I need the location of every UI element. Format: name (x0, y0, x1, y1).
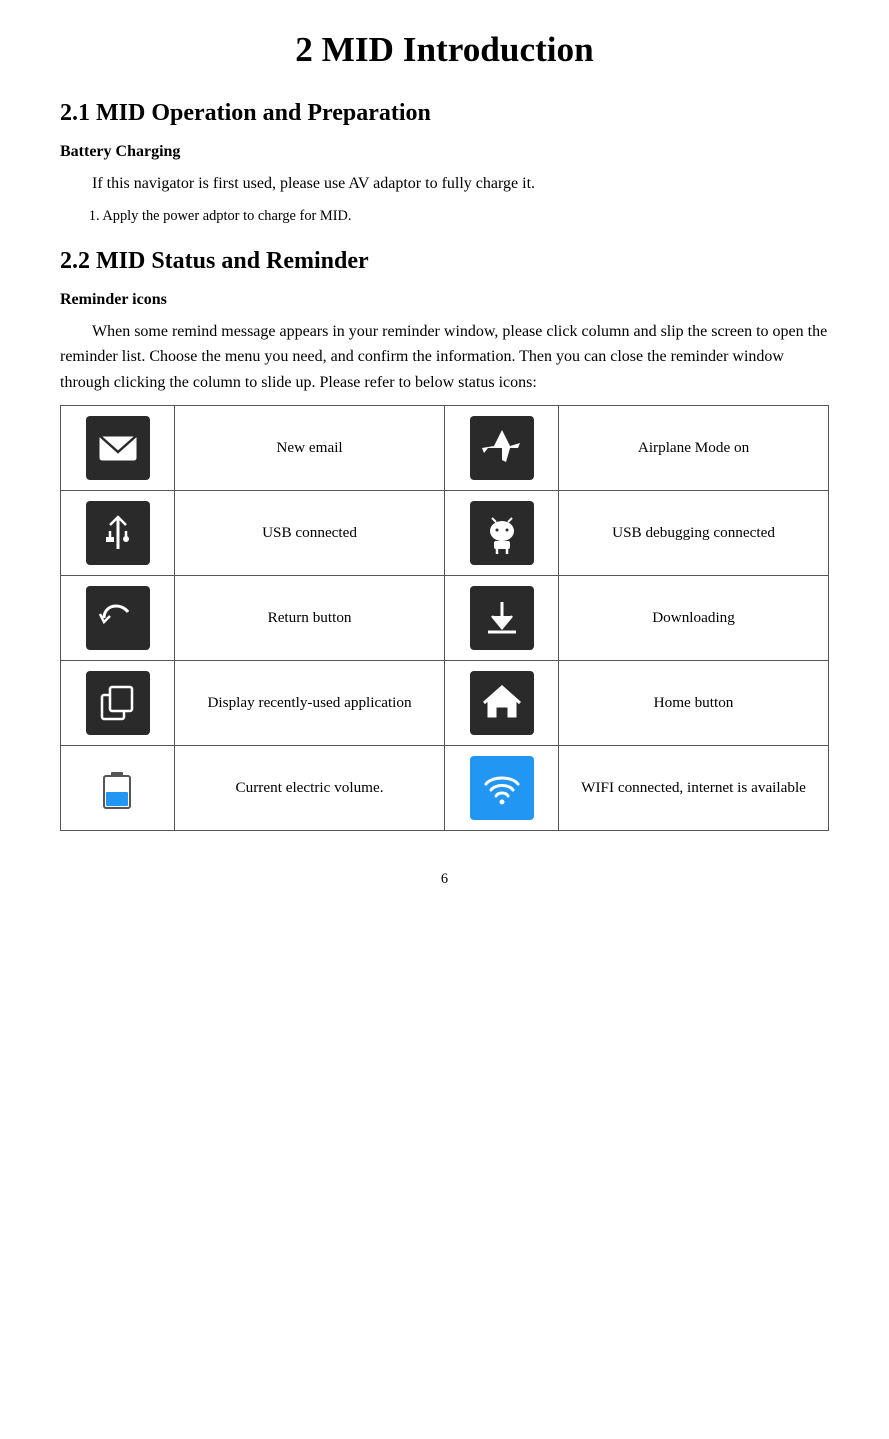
wifi-icon-cell (444, 746, 558, 831)
page-title: 2 MID Introduction (60, 30, 829, 70)
page-number: 6 (60, 871, 829, 888)
table-row: Display recently-used application Home b… (61, 661, 829, 746)
home-icon-cell (444, 661, 558, 746)
download-label: Downloading (559, 576, 829, 661)
usb-debug-icon-cell (444, 491, 558, 576)
wifi-icon (470, 756, 534, 820)
battery-label: Current electric volume. (175, 746, 445, 831)
download-icon (470, 586, 534, 650)
section1-title: 2.1 MID Operation and Preparation (60, 100, 829, 127)
usb-label: USB connected (175, 491, 445, 576)
email-icon-cell (61, 406, 175, 491)
table-row: Current electric volume. WIFI connected,… (61, 746, 829, 831)
section1-para2: 1. Apply the power adptor to charge for … (60, 205, 829, 228)
download-icon-cell (444, 576, 558, 661)
usb-debug-label: USB debugging connected (559, 491, 829, 576)
table-row: New email Airplane Mode on (61, 406, 829, 491)
email-icon (86, 416, 150, 480)
reminder-icons-label: Reminder icons (60, 291, 829, 309)
usb-icon (86, 501, 150, 565)
usb-debug-icon (470, 501, 534, 565)
battery-charging-label: Battery Charging (60, 143, 829, 161)
section1-para1: If this navigator is first used, please … (60, 171, 829, 197)
return-label: Return button (175, 576, 445, 661)
battery-icon-cell (61, 746, 175, 831)
email-label: New email (175, 406, 445, 491)
section2-title: 2.2 MID Status and Reminder (60, 248, 829, 275)
battery-icon (86, 756, 150, 820)
return-icon (86, 586, 150, 650)
table-row: Return button Downloading (61, 576, 829, 661)
recent-apps-icon (86, 671, 150, 735)
home-label: Home button (559, 661, 829, 746)
recent-apps-icon-cell (61, 661, 175, 746)
section2-para: When some remind message appears in your… (60, 319, 829, 396)
recent-apps-label: Display recently-used application (175, 661, 445, 746)
home-icon (470, 671, 534, 735)
table-row: USB connected (61, 491, 829, 576)
wifi-label: WIFI connected, internet is available (559, 746, 829, 831)
airplane-icon (470, 416, 534, 480)
usb-icon-cell (61, 491, 175, 576)
airplane-icon-cell (444, 406, 558, 491)
return-icon-cell (61, 576, 175, 661)
airplane-label: Airplane Mode on (559, 406, 829, 491)
reminder-table: New email Airplane Mode on (60, 405, 829, 831)
